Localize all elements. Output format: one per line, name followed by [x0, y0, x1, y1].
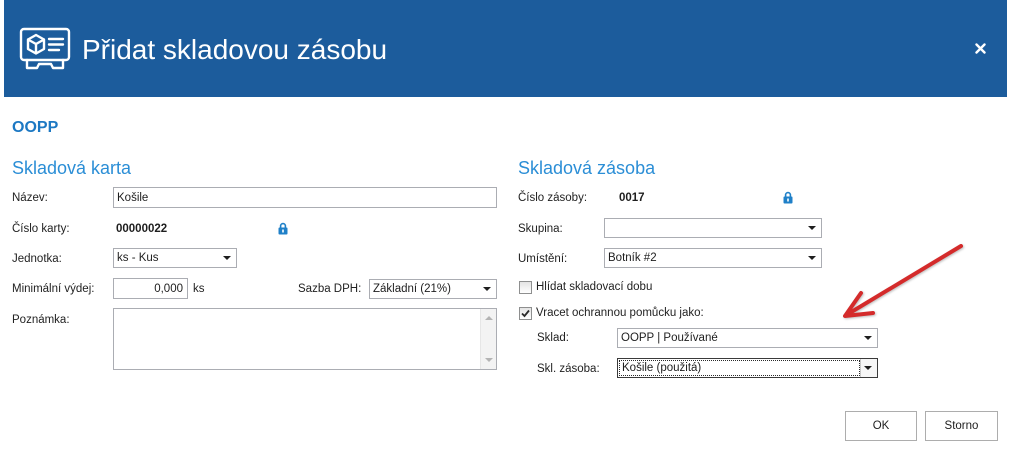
min-issue-input[interactable] [113, 278, 188, 299]
note-field [113, 308, 497, 370]
vat-rate-label: Sazba DPH: [298, 283, 362, 295]
stock-item-label: Skl. zásoba: [537, 363, 600, 375]
chevron-down-icon [483, 287, 491, 291]
cancel-button[interactable]: Storno [925, 411, 998, 441]
card-number-label: Číslo karty: [12, 223, 70, 235]
card-number-value: 00000022 [116, 223, 168, 235]
stock-item-select-value: Košile (použitá) [619, 360, 860, 376]
red-arrow-annotation-icon [843, 244, 963, 318]
chevron-down-icon [808, 226, 816, 230]
chevron-down-icon [808, 256, 816, 260]
section-title-stock-card: Skladová karta [12, 158, 132, 178]
lock-icon [783, 191, 793, 204]
return-as-checkbox[interactable] [519, 307, 532, 320]
unit-select-value: ks - Kus [117, 252, 159, 264]
section-title-stock: Skladová zásoba [518, 158, 656, 178]
unit-select[interactable]: ks - Kus [113, 248, 237, 268]
group-label: Skupina: [518, 223, 563, 235]
warehouse-label: Sklad: [537, 332, 569, 344]
stock-number-label: Číslo zásoby: [518, 192, 588, 204]
close-icon[interactable] [975, 43, 986, 54]
return-as-label[interactable]: Vracet ochrannou pomůcku jako: [536, 306, 704, 320]
scroll-up-icon[interactable] [485, 316, 493, 320]
lock-icon [278, 222, 288, 235]
name-label: Název: [12, 192, 48, 204]
location-select-value: Botník #2 [608, 252, 657, 264]
stock-card-icon [18, 26, 72, 72]
vat-rate-select-value: Základní (21%) [373, 283, 451, 295]
chevron-down-icon [864, 336, 872, 340]
watch-storage-period-label[interactable]: Hlídat skladovací dobu [536, 280, 652, 294]
warehouse-select[interactable]: OOPP | Používané [617, 328, 878, 348]
min-issue-unit: ks [193, 283, 205, 295]
name-input[interactable] [113, 187, 497, 208]
context-title: OOPP [12, 119, 59, 136]
note-scrollbar[interactable] [480, 309, 496, 369]
min-issue-label: Minimální výdej: [12, 283, 95, 295]
note-label: Poznámka: [12, 314, 70, 326]
vat-rate-select[interactable]: Základní (21%) [369, 279, 497, 299]
ok-button[interactable]: OK [845, 411, 917, 441]
warehouse-select-value: OOPP | Používané [621, 332, 718, 344]
checkmark-icon [521, 309, 530, 318]
stock-item-select[interactable]: Košile (použitá) [617, 358, 878, 378]
scroll-down-icon[interactable] [485, 358, 493, 362]
watch-storage-period-checkbox[interactable] [519, 281, 532, 294]
note-textarea[interactable] [114, 309, 480, 369]
chevron-down-icon [223, 256, 231, 260]
dialog-title: Přidat skladovou zásobu [82, 34, 388, 65]
location-label: Umístění: [518, 253, 568, 265]
location-select[interactable]: Botník #2 [604, 248, 822, 268]
stock-number-value: 0017 [619, 192, 645, 204]
group-select[interactable] [604, 218, 822, 238]
unit-label: Jednotka: [12, 253, 62, 265]
dialog-header: Přidat skladovou zásobu [4, 0, 1007, 97]
chevron-down-icon [864, 366, 872, 370]
